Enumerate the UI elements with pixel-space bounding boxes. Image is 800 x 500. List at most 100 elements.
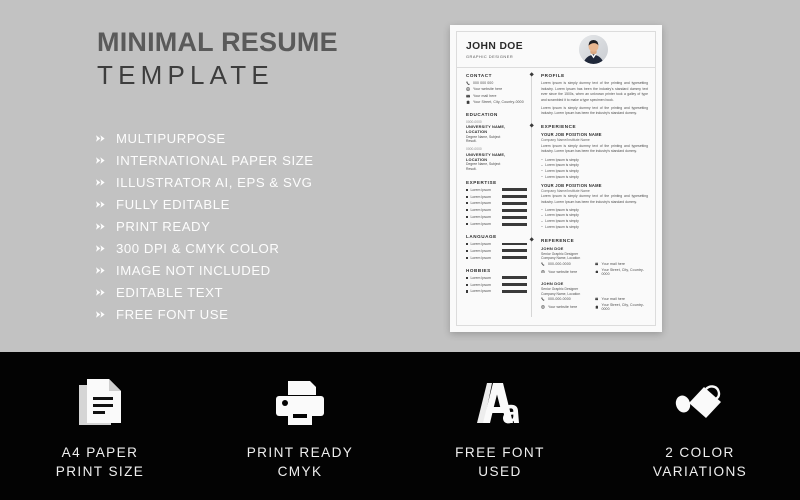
dash-icon: – [541, 174, 543, 179]
home-icon [466, 100, 473, 104]
section-heading-reference-label: REFERENCE [541, 237, 575, 243]
skill-level-bar [502, 222, 527, 226]
resume-header: JOHN DOE GRAPHIC DESIGNER [457, 32, 655, 68]
chevron-right-icon [96, 310, 116, 319]
feature-label: 300 DPI & CMYK COLOR [116, 241, 280, 257]
profile-paragraph-2: Lorem Ipsum is simply dummy text of the … [541, 105, 648, 116]
footer-tile-line-1: PRINT READY [246, 444, 354, 460]
bullet-square-icon [466, 242, 469, 246]
chevron-right-icon [96, 156, 116, 165]
skill-label: Lorem Ipsum [470, 289, 491, 294]
skill-level-bar [502, 276, 527, 280]
resume-role: GRAPHIC DESIGNER [466, 54, 514, 59]
feature-label: ILLUSTRATOR AI, EPS & SVG [116, 174, 313, 190]
experience-bullet: – Lorem Ipsum is simply [541, 163, 648, 167]
skill-item: Lorem Ipsum [466, 201, 527, 205]
experience-entry: YOUR JOB POSITION NAME Company Name/Insti… [541, 132, 648, 178]
skill-item: Lorem Ipsum [466, 242, 527, 246]
experience-bullet-text: Lorem Ipsum is simply [545, 207, 579, 212]
skill-label: Lorem Ipsum [470, 201, 491, 206]
contact-item: Your website here [466, 87, 527, 91]
reference-contact-text: Your mail here [601, 297, 626, 302]
bullet-square-icon [466, 276, 469, 279]
skill-label: Lorem Ipsum [470, 275, 491, 280]
footer-tile-line-1: 2 COLOR [665, 444, 735, 460]
education-list: 0000-0000 UNIVERSITY NAME, LOCATION Degree… [466, 120, 527, 171]
experience-description: Lorem Ipsum is simply dummy text of the … [541, 194, 648, 204]
experience-bullet: – Lorem Ipsum is simply [541, 213, 648, 217]
experience-list: YOUR JOB POSITION NAME Company Name/Insti… [541, 132, 648, 229]
education-university: UNIVERSITY NAME, LOCATION [466, 124, 506, 135]
resume-preview[interactable]: JOHN DOE GRAPHIC DESIGNER CONTACT 000 00… [450, 25, 662, 332]
home-icon [594, 305, 602, 309]
chevron-right-icon [96, 200, 116, 209]
experience-bullet-text: Lorem Ipsum is simply [545, 224, 579, 229]
education-date: 0000-0000 [466, 147, 482, 152]
feature-label: FREE FONT USE [116, 307, 229, 323]
dash-icon: – [541, 162, 543, 167]
experience-bullet-text: Lorem Ipsum is simply [545, 213, 579, 218]
feature-label: EDITABLE TEXT [116, 285, 224, 301]
printer-icon [274, 375, 326, 431]
reference-contact-item: Your mail here [594, 297, 649, 302]
feature-item: INTERNATIONAL PAPER SIZE [96, 149, 314, 171]
experience-bullet-text: Lorem Ipsum is simply [545, 168, 579, 173]
reference-name: JOHN DOE [541, 281, 564, 287]
expertise-list: Lorem Ipsum Lorem Ipsum Lorem Ipsum Lorem I… [466, 188, 527, 226]
footer-tile-line-1: A4 PAPER [61, 444, 139, 460]
profile-paragraph-1: Lorem Ipsum is simply dummy text of the … [541, 81, 648, 102]
chevron-right-icon [96, 222, 116, 231]
education-result: Result. [466, 166, 477, 171]
typography-aa-icon [475, 375, 525, 431]
skill-level-bar [502, 201, 527, 205]
section-heading-expertise: EXPERTISE [466, 179, 497, 185]
experience-bullet: – Lorem Ipsum is simply [541, 219, 648, 223]
footer-tile-line-1: FREE FONT [455, 444, 545, 460]
reference-contact-item: Your website here [541, 303, 595, 311]
feature-item: PRINT READY [96, 215, 314, 237]
skill-item: Lorem Ipsum [466, 188, 527, 192]
skill-item: Lorem Ipsum [466, 195, 527, 199]
page-title: MINIMAL RESUME TEMPLATE [97, 28, 338, 92]
education-degree: Degree Name, Subject [466, 134, 501, 139]
bullet-square-icon [466, 202, 469, 205]
skill-level-bar [502, 283, 527, 286]
phone-icon [541, 297, 548, 301]
reference-company: Company Name, Location [541, 256, 581, 261]
home-icon [594, 269, 602, 274]
feature-item: EDITABLE TEXT [96, 282, 314, 304]
skill-item: Lorem Ipsum [466, 215, 527, 219]
skill-level-bar [502, 290, 527, 293]
phone-icon [466, 81, 473, 85]
experience-company: Company Name/Institute Name [541, 188, 590, 193]
section-heading-language: LANGUAGE [466, 234, 497, 239]
reference-contact-item: Your website here [541, 268, 595, 276]
skill-label: Lorem Ipsum [470, 222, 491, 227]
dash-icon: – [541, 157, 543, 161]
section-heading-education: EDUCATION [466, 111, 498, 117]
bullet-square-icon [466, 256, 469, 259]
reference-entry: JOHN DOE Senior Graphic Designer Company N… [541, 246, 648, 277]
mail-icon [594, 262, 602, 266]
reference-list: JOHN DOE Senior Graphic Designer Company N… [541, 246, 648, 313]
reference-contact-text: Your website here [548, 269, 578, 274]
title-line-2: TEMPLATE [97, 60, 274, 91]
resume-left-column: CONTACT 000 000 000 Your website here Your… [457, 73, 531, 317]
skill-level-bar [502, 188, 527, 192]
education-university: UNIVERSITY NAME, LOCATION [466, 151, 506, 162]
skill-item: Lorem Ipsum [466, 289, 527, 293]
experience-bullet-text: Lorem Ipsum is simply [545, 163, 579, 168]
footer-tile-line-2: CMYK [277, 464, 323, 479]
color-swatch-tag-icon [673, 375, 727, 431]
education-degree: Degree Name, Subject [466, 162, 501, 167]
feature-item: IMAGE NOT INCLUDED [96, 260, 314, 282]
bullet-square-icon [466, 223, 469, 226]
skill-label: Lorem Ipsum [470, 208, 491, 213]
reference-contact-text: 000-000-0000 [548, 261, 571, 266]
skill-label: Lorem Ipsum [470, 282, 491, 287]
reference-company: Company Name, Location [541, 291, 581, 296]
language-list: Lorem Ipsum Lorem Ipsum Lorem Ipsum [466, 242, 527, 260]
feature-item: MULTIPURPOSE [96, 127, 314, 149]
footer-tile-line-2: USED [478, 464, 522, 479]
experience-entry: YOUR JOB POSITION NAME Company Name/Insti… [541, 183, 648, 229]
